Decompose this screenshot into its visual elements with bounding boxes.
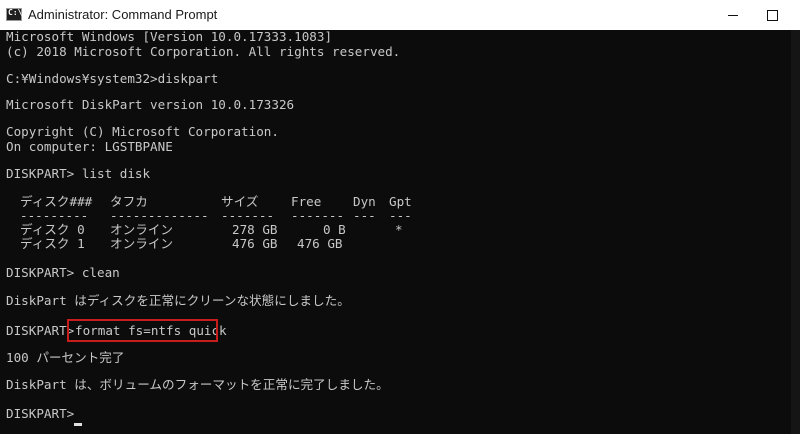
console-line: DISKPART> list disk — [6, 166, 151, 181]
window-title: Administrator: Command Prompt — [28, 7, 218, 22]
column-header: サイズ — [221, 194, 259, 209]
console-output[interactable]: Microsoft Windows [Version 10.0.17333.10… — [0, 30, 800, 434]
console-line: DiskPart はディスクを正常にクリーンな状態にしました。 — [6, 293, 350, 308]
disk-free: 0 B — [323, 222, 346, 237]
console-prompt: DISKPART> — [6, 323, 75, 338]
console-line: On computer: LGSTBPANE — [6, 139, 173, 154]
console-line: 100 パーセント完了 — [6, 350, 125, 365]
console-line: Copyright (C) Microsoft Corporation. — [6, 124, 279, 139]
console-line: DiskPart は、ボリュームのフォーマットを正常に完了しました。 — [6, 377, 389, 392]
separator: ------------- — [110, 208, 209, 223]
separator: ------- — [221, 208, 275, 223]
console-line: Microsoft DiskPart version 10.0.173326 — [6, 97, 295, 112]
disk-status: オンライン — [110, 236, 173, 251]
separator: --- — [389, 208, 412, 223]
disk-status: オンライン — [110, 222, 173, 237]
column-header: ディスク### — [20, 194, 93, 209]
console-line: (c) 2018 Microsoft Corporation. All righ… — [6, 44, 401, 59]
console-line: C:¥Windows¥system32>diskpart — [6, 71, 219, 86]
text-cursor — [74, 423, 82, 426]
separator: --------- — [20, 208, 89, 223]
separator: ------- — [291, 208, 345, 223]
column-header: Free — [291, 194, 322, 209]
column-header: タフカ — [110, 194, 148, 209]
title-bar[interactable]: C:\ Administrator: Command Prompt — [0, 0, 800, 31]
disk-size: 476 GB — [232, 236, 278, 251]
column-header: Dyn — [353, 194, 376, 209]
disk-free: 476 GB — [297, 236, 343, 251]
maximize-button[interactable] — [754, 0, 790, 30]
command-prompt-icon: C:\ — [6, 8, 22, 21]
console-prompt: DISKPART> — [6, 406, 75, 421]
disk-gpt: * — [395, 222, 403, 237]
column-header: Gpt — [389, 194, 412, 209]
separator: --- — [353, 208, 376, 223]
scrollbar[interactable] — [791, 30, 800, 434]
console-line: DISKPART> clean — [6, 265, 120, 280]
command-prompt-window: C:\ Administrator: Command Prompt Micros… — [0, 0, 800, 434]
console-line: Microsoft Windows [Version 10.0.17333.10… — [6, 29, 333, 44]
minimize-button[interactable] — [710, 0, 756, 30]
disk-name: ディスク 1 — [20, 236, 85, 251]
command-highlight-box — [67, 319, 218, 342]
disk-name: ディスク 0 — [20, 222, 85, 237]
disk-size: 278 GB — [232, 222, 278, 237]
